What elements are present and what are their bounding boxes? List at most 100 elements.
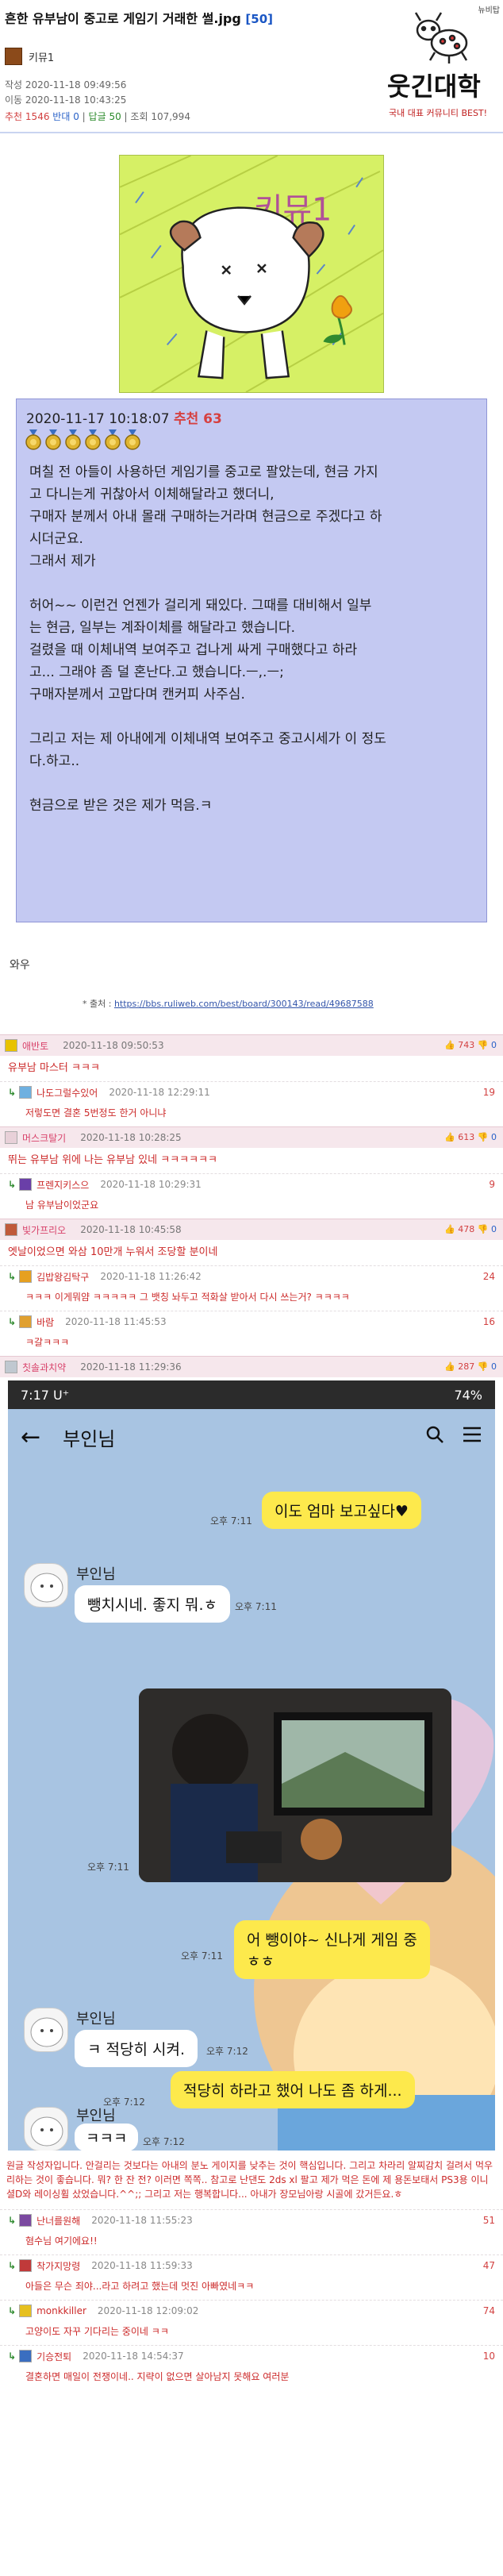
author-name[interactable]: 키뮤1 xyxy=(29,49,54,64)
user-level-icon xyxy=(19,1178,33,1191)
reply-author[interactable]: 김밥왕김탁구 xyxy=(36,1270,89,1284)
reply-author[interactable]: 프렌지키스으 xyxy=(36,1178,89,1192)
reply-arrow-icon: ↳ xyxy=(8,1316,17,1327)
reply-votes[interactable]: 16 xyxy=(483,1316,495,1327)
up-count: 478 xyxy=(458,1224,475,1234)
reply-header: ↳ 김밥왕김탁구 2020-11-18 11:26:42 24 xyxy=(0,1265,503,1287)
author-row[interactable]: 키뮤1 xyxy=(5,48,54,65)
logo-subtext: 국내 대표 커뮤니티 BEST! xyxy=(389,108,487,118)
medal-icon xyxy=(85,429,101,450)
comment-votes[interactable]: 👍 478 👎 0 xyxy=(444,1224,497,1234)
reply-author[interactable]: 난너를원해 xyxy=(36,2214,80,2228)
comment-votes[interactable]: 👍 287 👎 0 xyxy=(444,1361,497,1372)
comment-author[interactable]: 빛가프리오 xyxy=(22,1223,66,1237)
reply-votes[interactable]: 51 xyxy=(483,2215,495,2226)
menu-icon[interactable] xyxy=(462,1425,482,1449)
post-header: 흔한 유부남이 중고로 게임기 거래한 썰.jpg [50] 뉴비탑 웃긴대학 … xyxy=(0,0,503,151)
reply-votes[interactable]: 24 xyxy=(483,1271,495,1282)
reply-text: ㅋㅋㅋ 이게뭐얌 ㅋㅋㅋㅋㅋ 그 뱃칭 놔두고 적화살 받아서 다시 쓰는거? … xyxy=(25,1292,350,1303)
reply-votes[interactable]: 74 xyxy=(483,2305,495,2316)
sender-name: 부인님 xyxy=(76,2011,116,2027)
thumb-up-icon[interactable]: 👍 xyxy=(444,1040,455,1050)
thumb-up-icon[interactable]: 👍 xyxy=(444,1224,455,1234)
post-title: 흔한 유부남이 중고로 게임기 거래한 썰.jpg [50] xyxy=(5,8,273,27)
thumb-down-icon[interactable]: 👎 xyxy=(478,1361,489,1372)
reply-count: 50 xyxy=(109,111,121,122)
reply-header: ↳ monkkiller 2020-11-18 12:09:02 74 xyxy=(0,2300,503,2321)
user-level-icon xyxy=(19,1315,33,1328)
source-link[interactable]: https://bbs.ruliweb.com/best/board/30014… xyxy=(114,999,374,1009)
source-label: * 출처 : xyxy=(83,999,112,1009)
quote-rec: 추천 63 xyxy=(173,411,222,427)
message-text: ㅋ 적당히 시켜. xyxy=(87,2041,185,2058)
reply-arrow-icon: ↳ xyxy=(8,1087,17,1098)
comment-text: 엣날이었으면 와삼 10만개 누워서 조당할 분이네 xyxy=(8,1246,218,1258)
thumb-down-icon[interactable]: 👎 xyxy=(478,1040,489,1050)
comment-author[interactable]: 애반토 xyxy=(22,1039,48,1053)
back-arrow-icon[interactable]: ← xyxy=(21,1423,40,1451)
reply-author[interactable]: 착가지망령 xyxy=(36,2259,80,2273)
message-time: 오후 7:12 xyxy=(143,2136,185,2147)
comment-votes[interactable]: 👍 613 👎 0 xyxy=(444,1132,497,1142)
comment-text: 원글 작성자입니다. 안걸리는 것보다는 아내의 분노 게이지를 낮추는 것이 … xyxy=(0,2151,503,2209)
rec-count: 1546 xyxy=(25,111,50,122)
medal-icon xyxy=(65,429,81,450)
up-count: 613 xyxy=(458,1132,475,1142)
chat-message-mine: 이도 엄마 보고싶다♥ xyxy=(262,1492,421,1529)
message-text: 뺑치시네. 좋지 뭐.ㅎ xyxy=(87,1596,217,1614)
reply-votes[interactable]: 10 xyxy=(483,2351,495,2362)
reply-votes[interactable]: 9 xyxy=(489,1179,495,1190)
post-image-drawing: 키뮤1 xyxy=(119,155,384,393)
message-text: ㅋㅋㅋ xyxy=(86,2130,128,2147)
site-logo[interactable]: 웃긴대학 국내 대표 커뮤니티 BEST! xyxy=(379,6,498,125)
reply-votes[interactable]: 47 xyxy=(483,2260,495,2271)
user-level-icon xyxy=(19,2214,33,2227)
reply-author[interactable]: monkkiller xyxy=(36,2305,86,2316)
chat-message-mine: 어 뺑이야~ 신나게 게임 중 ㅎㅎ xyxy=(234,1920,430,1979)
search-icon[interactable] xyxy=(425,1425,444,1449)
partner-avatar[interactable] xyxy=(24,2107,68,2151)
down-count: 0 xyxy=(491,1040,497,1050)
reply-header: ↳ 나도그럴수있어 2020-11-18 12:29:11 19 xyxy=(0,1081,503,1103)
comment-votes[interactable]: 👍 743 👎 0 xyxy=(444,1040,497,1050)
reply-text: 저렇도면 결혼 5번정도 한거 아니냐 xyxy=(25,1107,167,1119)
author-avatar[interactable] xyxy=(5,48,22,65)
logo-text: 웃긴대학 xyxy=(387,71,481,102)
thumb-down-icon[interactable]: 👎 xyxy=(478,1224,489,1234)
comment-author[interactable]: 머스크탈기 xyxy=(22,1131,66,1145)
comment: 애반토 2020-11-18 09:50:53 👍 743 👎 0 유부남 마스… xyxy=(0,1034,503,1126)
message-time: 오후 7:11 xyxy=(87,1862,129,1873)
user-level-icon xyxy=(5,1039,17,1052)
post-title-text: 흔한 유부남이 중고로 게임기 거래한 썰.jpg xyxy=(5,11,241,26)
medal-icon xyxy=(25,429,41,450)
comment-text: 뛰는 유부남 위에 나는 유부남 있네 ㅋㅋㅋㅋㅋㅋ xyxy=(8,1154,217,1166)
thumb-up-icon[interactable]: 👍 xyxy=(444,1132,455,1142)
chat-message-theirs: ㅋ 적당히 시켜. xyxy=(75,2030,198,2067)
quoted-original-comment: 2020-11-17 10:18:07 추천 63 며칠 전 아들이 사용하던 … xyxy=(16,399,487,922)
reply-time: 2020-11-18 11:26:42 xyxy=(100,1271,202,1282)
reply-author[interactable]: 나도그럴수있어 xyxy=(36,1086,98,1099)
reply-author[interactable]: 바람 xyxy=(36,1315,54,1329)
thumb-down-icon[interactable]: 👎 xyxy=(478,1132,489,1142)
thumb-up-icon[interactable]: 👍 xyxy=(444,1361,455,1372)
message-time: 오후 7:11 xyxy=(181,1950,223,1962)
reply-header: ↳ 착가지망령 2020-11-18 11:59:33 47 xyxy=(0,2254,503,2276)
reply-arrow-icon: ↳ xyxy=(8,2351,17,2362)
created-time: 작성 2020-11-18 09:49:56 xyxy=(5,79,127,90)
comment-count[interactable]: [50] xyxy=(245,12,273,26)
comment-header: 애반토 2020-11-18 09:50:53 👍 743 👎 0 xyxy=(0,1034,503,1056)
views-label: 조회 xyxy=(130,111,148,122)
reply-text: ㅋ갈ㅋㅋㅋ xyxy=(25,1337,70,1348)
chat-screenshot: 7:17 U⁺ 74% ← 부인님 이도 엄마 보고싶다♥ 오후 7:11 부인… xyxy=(8,1380,495,2151)
source-line: * 출처 : https://bbs.ruliweb.com/best/boar… xyxy=(83,997,374,1010)
reply-time: 2020-11-18 12:29:11 xyxy=(109,1087,210,1098)
chat-message-theirs: ㅋㅋㅋ xyxy=(75,2124,139,2151)
reply-votes[interactable]: 19 xyxy=(483,1087,495,1098)
sender-name: 부인님 xyxy=(76,1566,116,1583)
partner-avatar[interactable] xyxy=(24,2008,68,2052)
chat-photo[interactable] xyxy=(139,1688,451,1882)
post-text-wow: 와우 xyxy=(10,959,30,972)
reply-author[interactable]: 기승전퇴 xyxy=(36,2350,71,2363)
partner-avatar[interactable] xyxy=(24,1563,68,1608)
comment-author[interactable]: 칫솔과치약 xyxy=(22,1361,66,1374)
